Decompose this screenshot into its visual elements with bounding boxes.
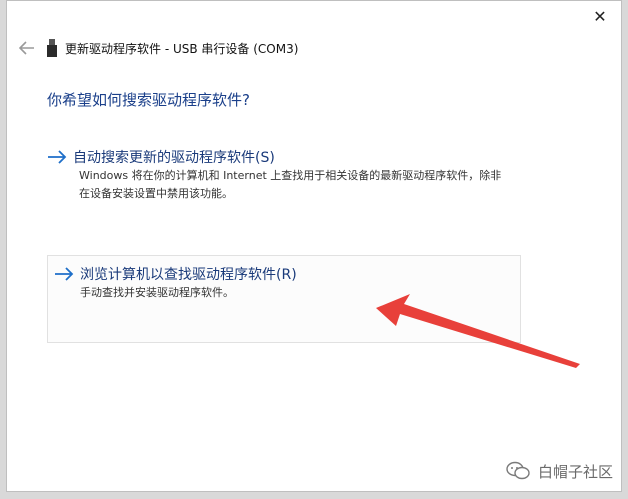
back-arrow-icon[interactable] bbox=[17, 38, 37, 58]
usb-device-icon bbox=[45, 38, 59, 58]
driver-update-dialog: ✕ 更新驱动程序软件 - USB 串行设备 (COM3) 你希望如何搜索驱动程序… bbox=[6, 0, 622, 492]
dialog-title: 更新驱动程序软件 - USB 串行设备 (COM3) bbox=[65, 41, 299, 56]
right-arrow-icon bbox=[54, 264, 76, 284]
watermark-text: 白帽子社区 bbox=[538, 462, 614, 481]
watermark: 白帽子社区 bbox=[506, 458, 613, 484]
option-auto-search[interactable]: 自动搜索更新的驱动程序软件(S) Windows 将在你的计算机和 Intern… bbox=[47, 147, 527, 217]
right-arrow-icon bbox=[47, 147, 69, 167]
annotation-red-arrow bbox=[376, 294, 580, 368]
option-description: Windows 将在你的计算机和 Internet 上查找用于相关设备的最新驱动… bbox=[79, 169, 502, 200]
close-icon: ✕ bbox=[593, 6, 607, 26]
search-question: 你希望如何搜索驱动程序软件? bbox=[47, 91, 250, 109]
option-title: 自动搜索更新的驱动程序软件(S) bbox=[73, 150, 275, 166]
dialog-titlebar: 更新驱动程序软件 - USB 串行设备 (COM3) bbox=[17, 37, 298, 59]
close-button[interactable]: ✕ bbox=[587, 5, 613, 27]
option-title: 浏览计算机以查找驱动程序软件(R) bbox=[80, 267, 297, 283]
wechat-icon bbox=[506, 460, 532, 482]
